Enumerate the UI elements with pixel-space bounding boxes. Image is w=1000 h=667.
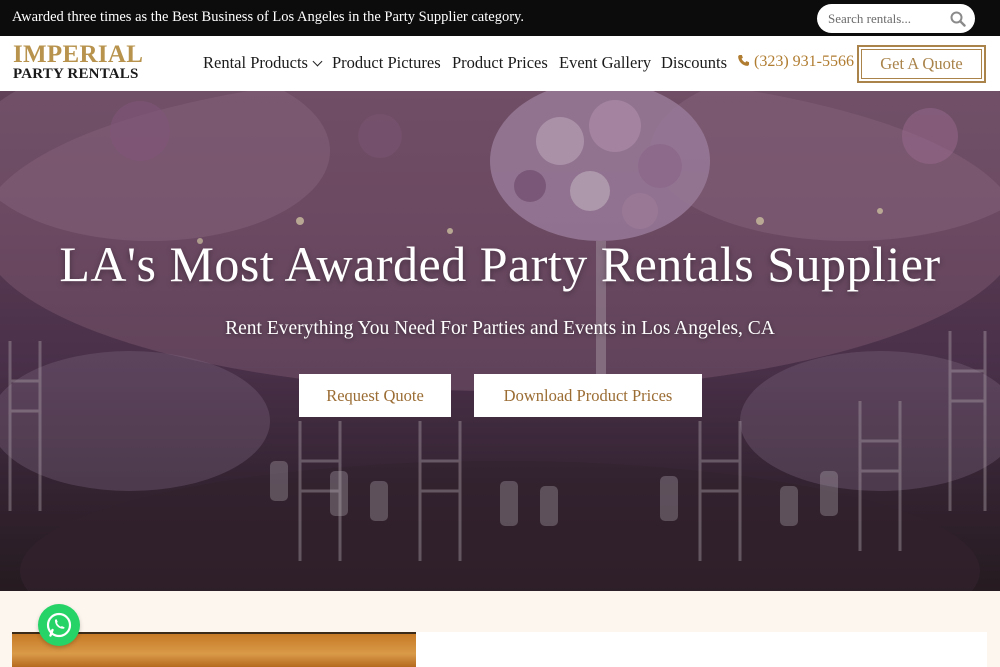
logo-name-line1: IMPERIAL [13,41,144,68]
search-icon[interactable] [950,11,966,27]
logo[interactable]: IMPERIAL PARTY RENTALS [13,41,144,82]
get-quote-button[interactable]: Get A Quote [857,45,986,83]
nav-discounts[interactable]: Discounts [661,53,727,73]
nav-product-prices[interactable]: Product Prices [452,53,548,73]
hero-section: LA's Most Awarded Party Rentals Supplier… [0,91,1000,591]
phone-link[interactable]: (323) 931-5566 [737,53,854,71]
hero-background-image [0,91,1000,591]
main-navigation: IMPERIAL PARTY RENTALS Rental Products P… [0,36,1000,91]
whatsapp-icon [46,612,72,638]
whatsapp-button[interactable] [38,604,80,646]
nav-rental-products-label: Rental Products [203,53,308,72]
award-text: Awarded three times as the Best Business… [12,9,524,25]
phone-icon [738,54,750,66]
request-quote-button[interactable]: Request Quote [299,374,451,417]
phone-number: (323) 931-5566 [754,53,854,70]
nav-event-gallery[interactable]: Event Gallery [559,53,651,73]
hero-subtitle: Rent Everything You Need For Parties and… [225,318,775,339]
hero-title: LA's Most Awarded Party Rentals Supplier [59,236,941,292]
search-input[interactable] [828,10,946,27]
nav-product-pictures[interactable]: Product Pictures [332,53,441,73]
chevron-down-icon [312,56,323,67]
content-card [416,632,987,667]
logo-name-line2: PARTY RENTALS [13,66,139,82]
nav-rental-products[interactable]: Rental Products [203,53,323,73]
top-announcement-bar: Awarded three times as the Best Business… [0,0,1000,36]
download-prices-button[interactable]: Download Product Prices [474,374,702,417]
search-box[interactable] [817,4,975,33]
